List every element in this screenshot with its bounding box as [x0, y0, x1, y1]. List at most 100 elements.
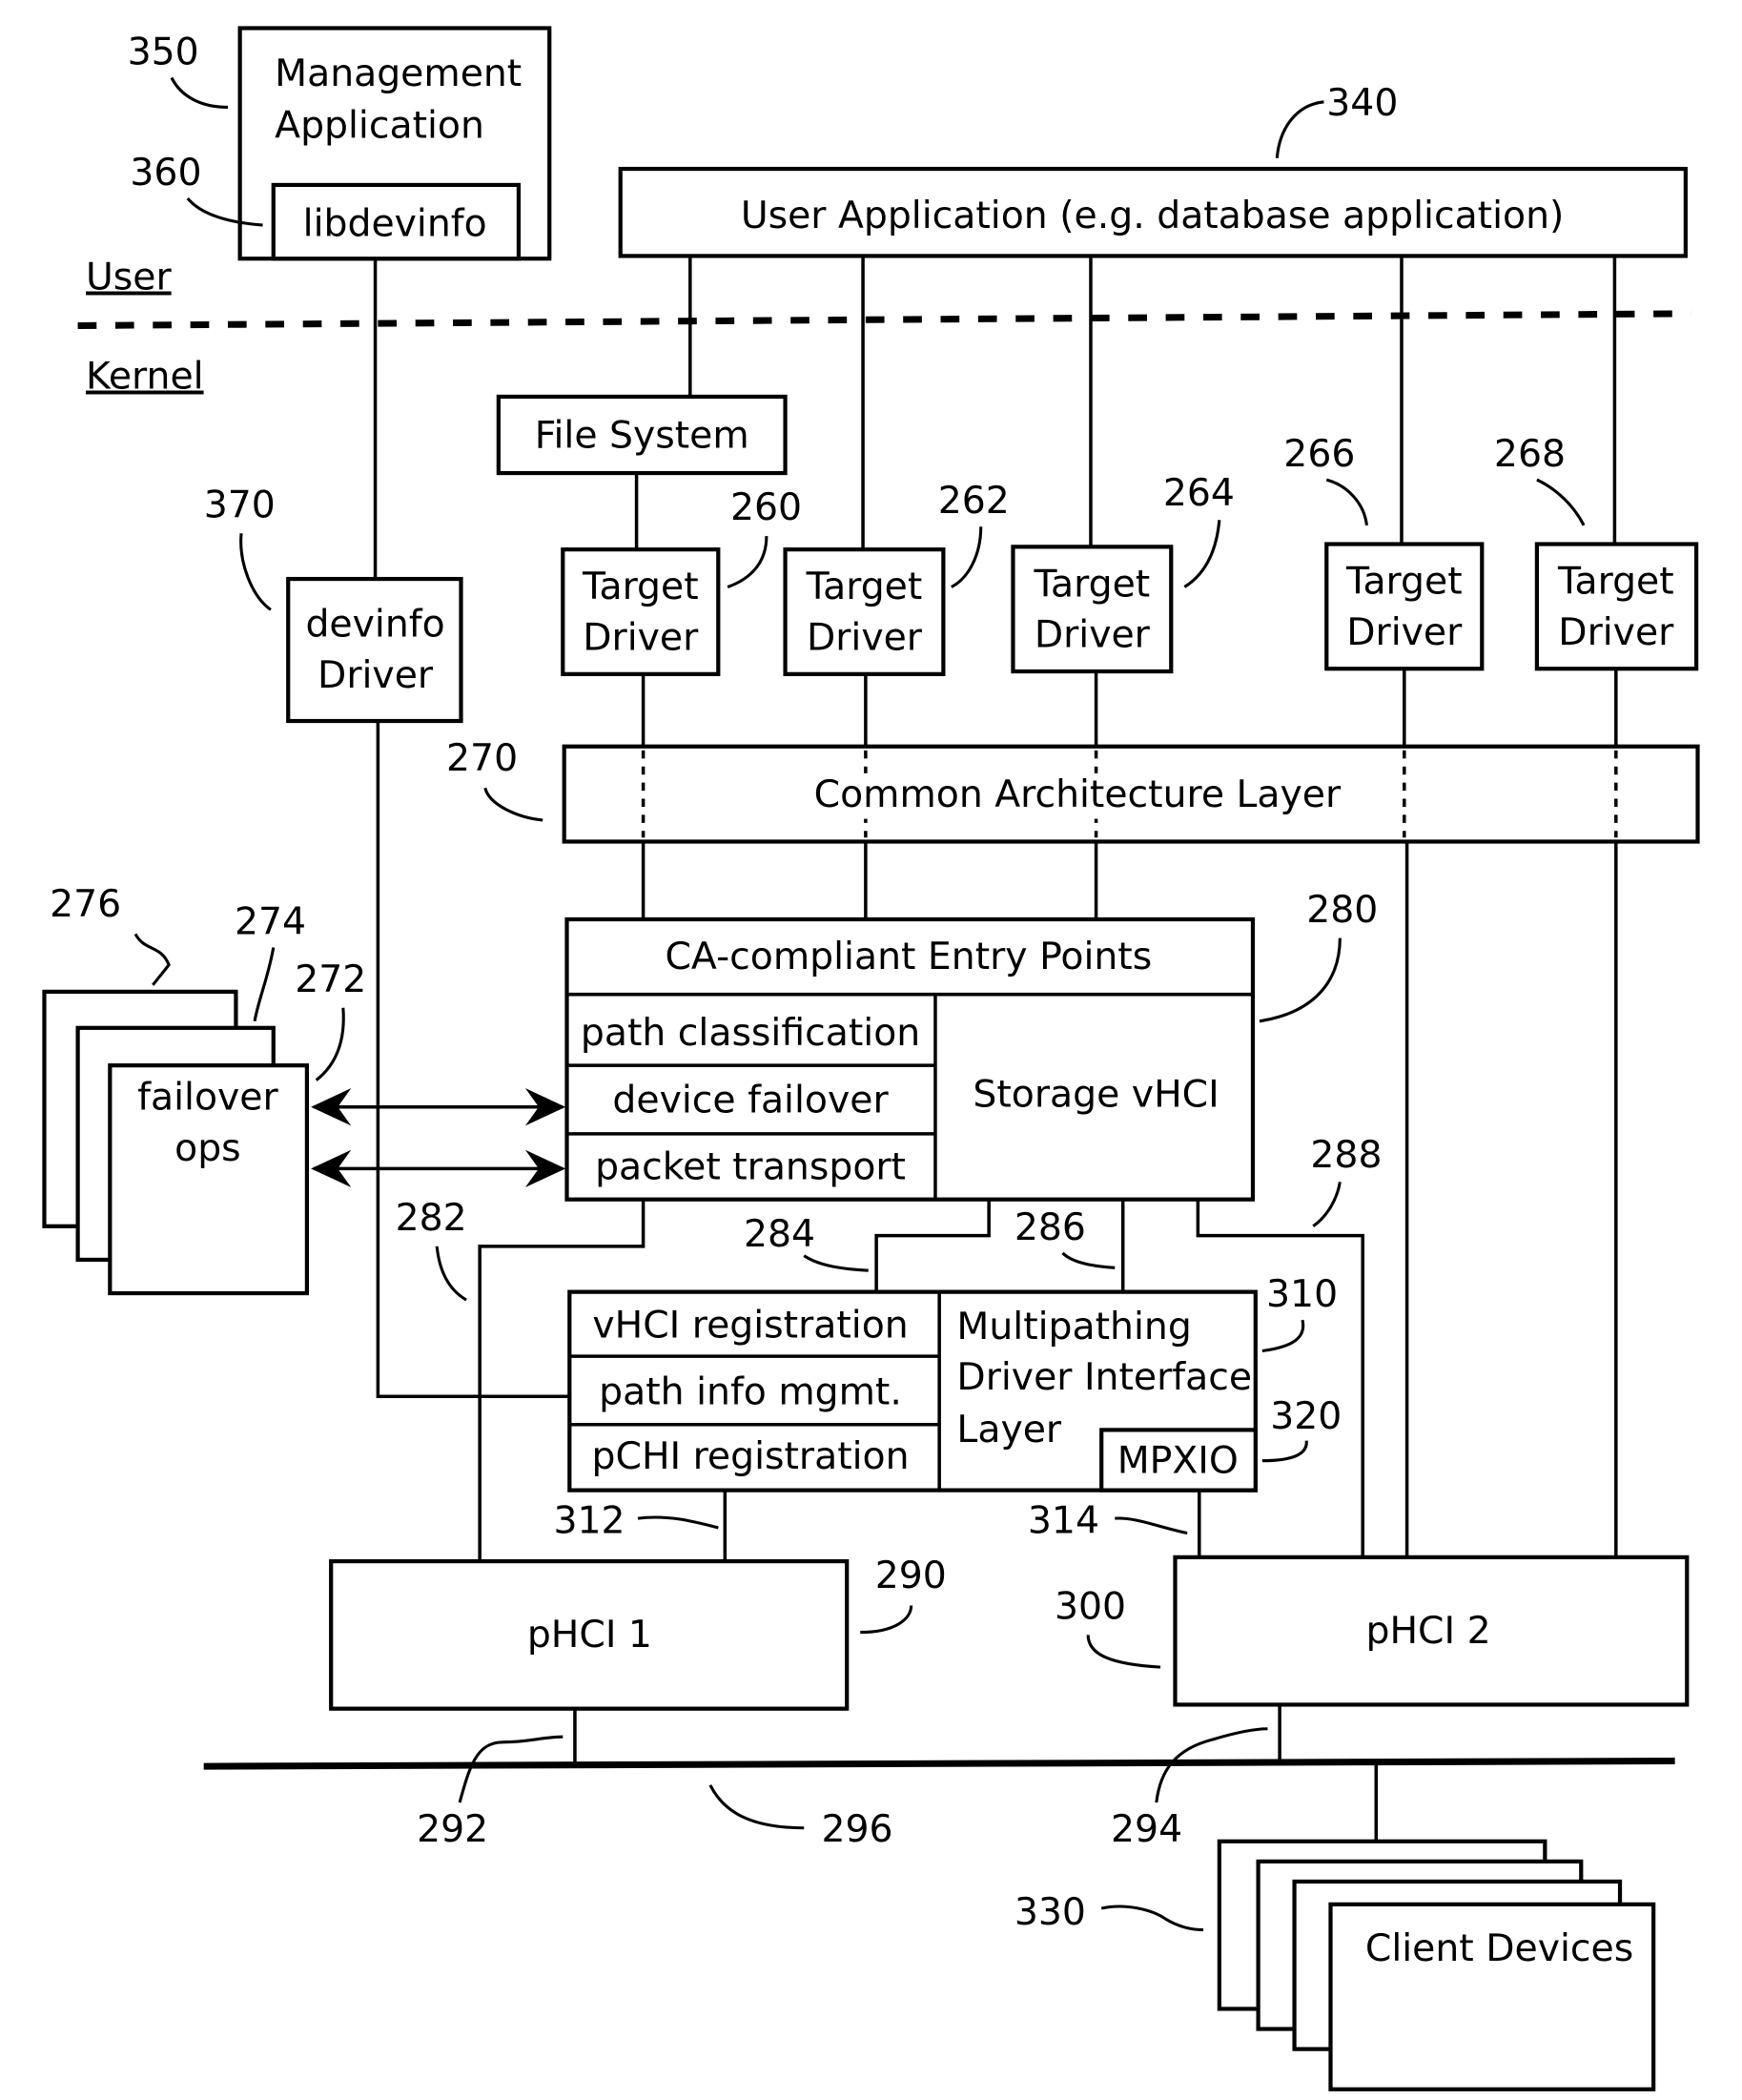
leader-284	[803, 1254, 869, 1272]
connector-284	[874, 1199, 991, 1292]
entry-points-label: CA-compliant Entry Points	[665, 935, 1152, 978]
ref-312: 312	[553, 1499, 625, 1543]
ref-262: 262	[938, 479, 1010, 523]
leader-314	[1115, 1516, 1188, 1535]
ref-300: 300	[1055, 1585, 1126, 1629]
device-failover-module: device failover	[612, 1078, 889, 1122]
file-system-label: File System	[535, 413, 749, 457]
bus-296	[203, 1757, 1675, 1770]
devinfo-driver-box	[286, 576, 463, 724]
bidirectional-arrow-device-failover	[311, 1088, 566, 1126]
ref-268: 268	[1494, 432, 1566, 476]
management-app-label-1: Management	[275, 51, 522, 95]
storage-vhci-label: Storage vHCI	[973, 1073, 1219, 1117]
ref-350: 350	[128, 30, 199, 73]
target-driver-260: Target Driver	[561, 547, 721, 676]
target-driver-268: Target Driver	[1534, 542, 1699, 671]
leader-320	[1261, 1440, 1308, 1463]
ref-360: 360	[130, 151, 201, 195]
mpxio-label: MPXIO	[1117, 1438, 1239, 1482]
leader-340	[1275, 100, 1324, 158]
bidirectional-arrow-packet-transport	[311, 1149, 566, 1188]
mdi-label-3: Layer	[956, 1408, 1061, 1451]
leader-312	[637, 1515, 719, 1530]
leader-268	[1536, 478, 1586, 526]
failover-ops-label-1: failover	[137, 1076, 278, 1120]
client-devices-stack: Client Devices	[1217, 1839, 1656, 2091]
management-application: Management Application libdevinfo	[237, 26, 552, 261]
devinfo-driver-label-2: Driver	[318, 653, 434, 697]
target-driver-264: Target Driver	[1011, 545, 1174, 674]
ref-296: 296	[822, 1807, 893, 1851]
ref-282: 282	[396, 1196, 467, 1240]
leader-260	[727, 536, 769, 588]
target-driver-label: Driver	[807, 616, 923, 660]
leader-290	[860, 1605, 913, 1635]
target-driver-label: Target	[806, 565, 923, 608]
storage-vhci: CA-compliant Entry Points path classific…	[564, 916, 1256, 1202]
ref-314: 314	[1028, 1499, 1099, 1543]
vhci-registration-module: vHCI registration	[592, 1303, 908, 1347]
ref-274: 274	[235, 899, 306, 943]
leader-280	[1259, 937, 1342, 1023]
packet-transport-module: packet transport	[595, 1145, 906, 1189]
client-devices-label: Client Devices	[1365, 1926, 1633, 1970]
leader-272	[315, 1007, 345, 1081]
phci2-label: pHCI 2	[1366, 1609, 1491, 1653]
target-driver-label: Driver	[583, 616, 699, 660]
ref-288: 288	[1310, 1133, 1382, 1177]
ref-280: 280	[1306, 888, 1378, 932]
path-classification-module: path classification	[581, 1011, 920, 1055]
management-app-label-2: Application	[275, 104, 484, 148]
pchi-registration-module: pCHI registration	[592, 1434, 910, 1478]
target-driver-262: Target Driver	[783, 547, 946, 676]
target-driver-label: Driver	[1558, 610, 1674, 654]
user-application-label: User Application (e.g. database applicat…	[741, 194, 1565, 237]
leader-330	[1100, 1904, 1204, 1932]
leader-266	[1325, 478, 1368, 526]
leader-264	[1183, 520, 1221, 588]
leader-292	[458, 1735, 564, 1803]
leader-270	[483, 787, 543, 822]
leader-350	[170, 76, 228, 109]
target-driver-label: Driver	[1035, 613, 1151, 657]
target-driver-label: Target	[582, 565, 699, 608]
ref-276: 276	[50, 882, 121, 926]
target-driver-label: Target	[1557, 560, 1674, 604]
ref-294: 294	[1111, 1807, 1182, 1851]
failover-ops-label-2: ops	[174, 1126, 241, 1170]
ref-284: 284	[744, 1212, 815, 1256]
ref-272: 272	[295, 957, 366, 1001]
leader-300	[1086, 1635, 1161, 1669]
user-space-label: User	[86, 256, 172, 299]
leader-296	[708, 1784, 805, 1830]
ref-264: 264	[1163, 471, 1235, 515]
kernel-space-label: Kernel	[86, 355, 204, 399]
leader-276	[133, 933, 171, 986]
ref-340: 340	[1326, 81, 1398, 125]
ref-370: 370	[204, 483, 276, 526]
leader-310	[1261, 1319, 1305, 1353]
leader-282	[435, 1246, 467, 1302]
ref-320: 320	[1270, 1394, 1342, 1438]
ref-266: 266	[1283, 432, 1355, 476]
mdi-label-2: Driver Interface	[956, 1355, 1252, 1399]
mdi-label-1: Multipathing	[956, 1305, 1191, 1349]
devinfo-to-mdi-connector	[376, 721, 570, 1399]
leader-274	[253, 947, 276, 1022]
common-architecture-layer-label: Common Architecture Layer	[814, 772, 1342, 816]
libdevinfo-label: libdevinfo	[303, 201, 487, 245]
failover-ops-stack: failover ops	[42, 989, 310, 1296]
ref-290: 290	[875, 1554, 947, 1597]
leader-262	[951, 526, 983, 588]
leader-370	[239, 533, 272, 611]
ref-330: 330	[1014, 1890, 1086, 1934]
multipath-architecture-diagram: User Kernel Management Application libde…	[42, 26, 1700, 2091]
target-driver-label: Target	[1034, 562, 1151, 606]
ref-292: 292	[417, 1807, 488, 1851]
target-driver-266: Target Driver	[1324, 542, 1485, 671]
user-kernel-boundary	[77, 310, 1691, 329]
devinfo-driver-label-1: devinfo	[305, 602, 444, 646]
target-driver-label: Target	[1345, 560, 1463, 604]
leader-288	[1312, 1182, 1342, 1228]
